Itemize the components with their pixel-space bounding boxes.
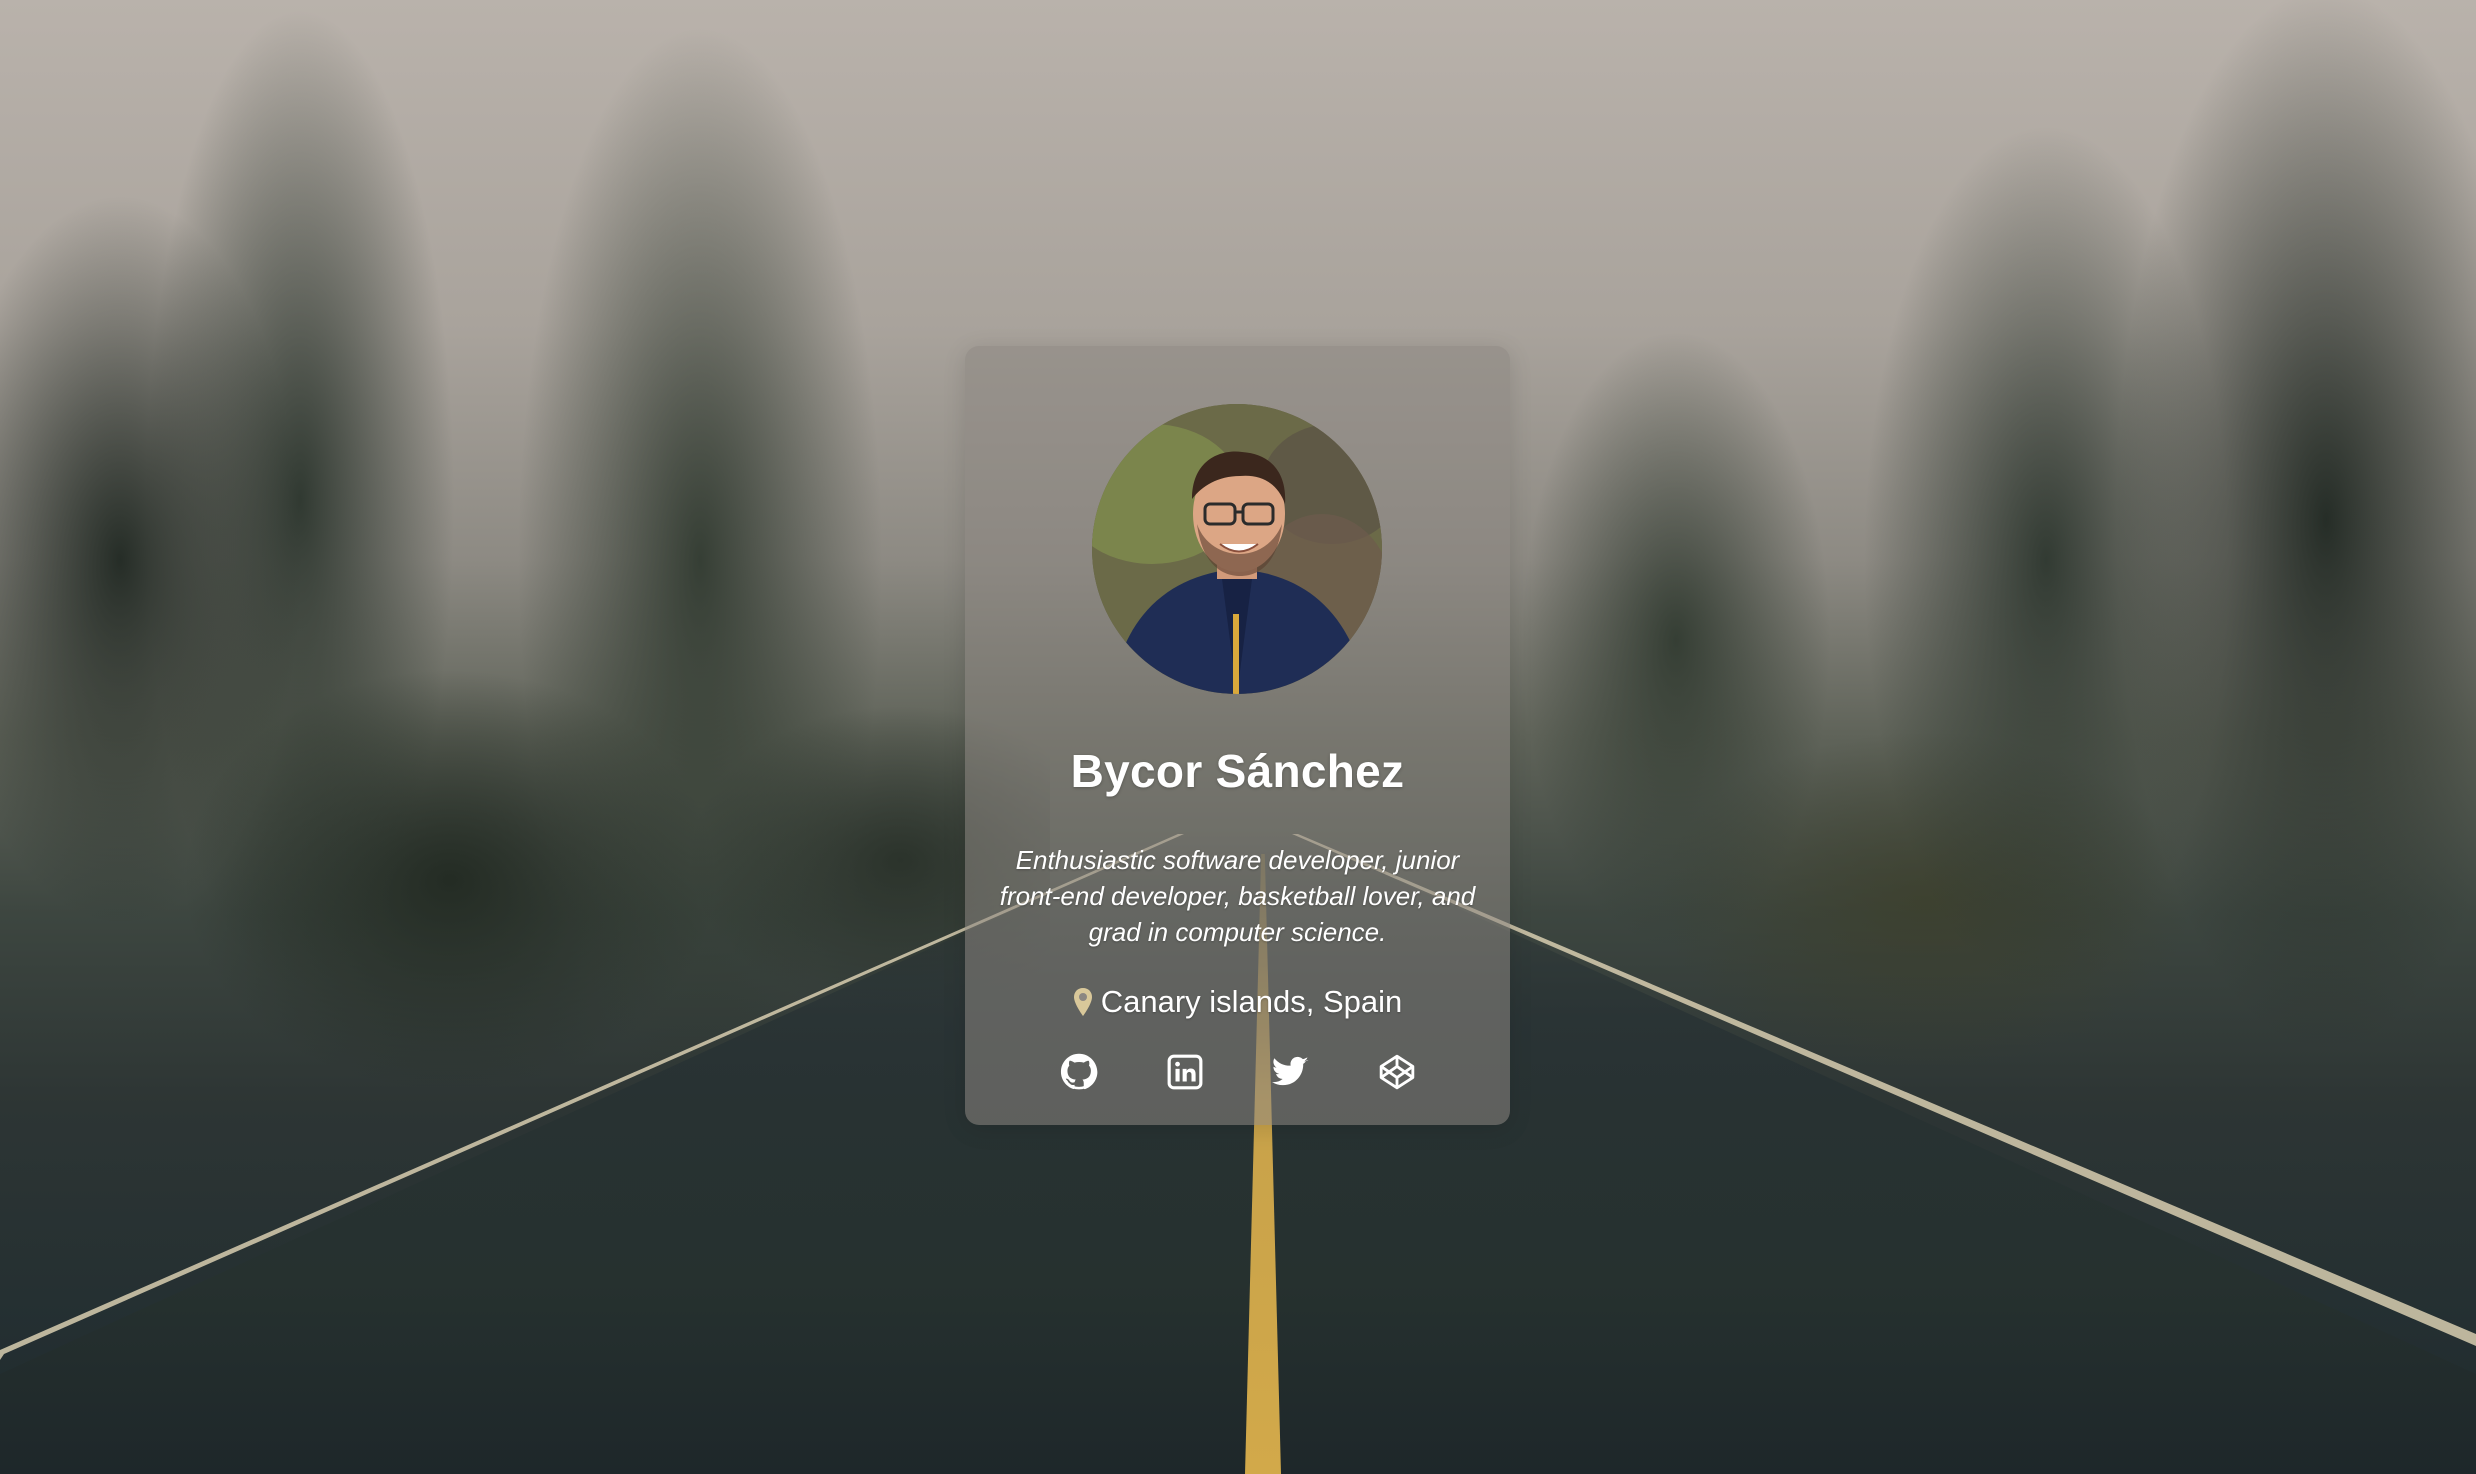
profile-name: Bycor Sánchez [1070, 745, 1405, 797]
codepen-icon [1379, 1054, 1414, 1090]
twitter-link[interactable] [1271, 1052, 1311, 1092]
location-text: Canary islands, Spain [1100, 984, 1403, 1019]
codepen-link[interactable] [1377, 1052, 1417, 1092]
location-pin-icon [1073, 987, 1093, 1017]
social-links [965, 1052, 1510, 1092]
linkedin-link[interactable] [1165, 1052, 1205, 1092]
profile-location: Canary islands, Spain [965, 984, 1510, 1020]
avatar-photo [1092, 404, 1382, 694]
github-link[interactable] [1059, 1052, 1099, 1092]
github-icon [1060, 1053, 1097, 1090]
profile-card: Bycor Sánchez Enthusiastic software deve… [965, 346, 1510, 1125]
twitter-icon [1271, 1056, 1308, 1086]
avatar [1092, 404, 1382, 694]
linkedin-icon [1167, 1054, 1202, 1090]
profile-bio: Enthusiastic software developer, junior … [999, 845, 1476, 947]
